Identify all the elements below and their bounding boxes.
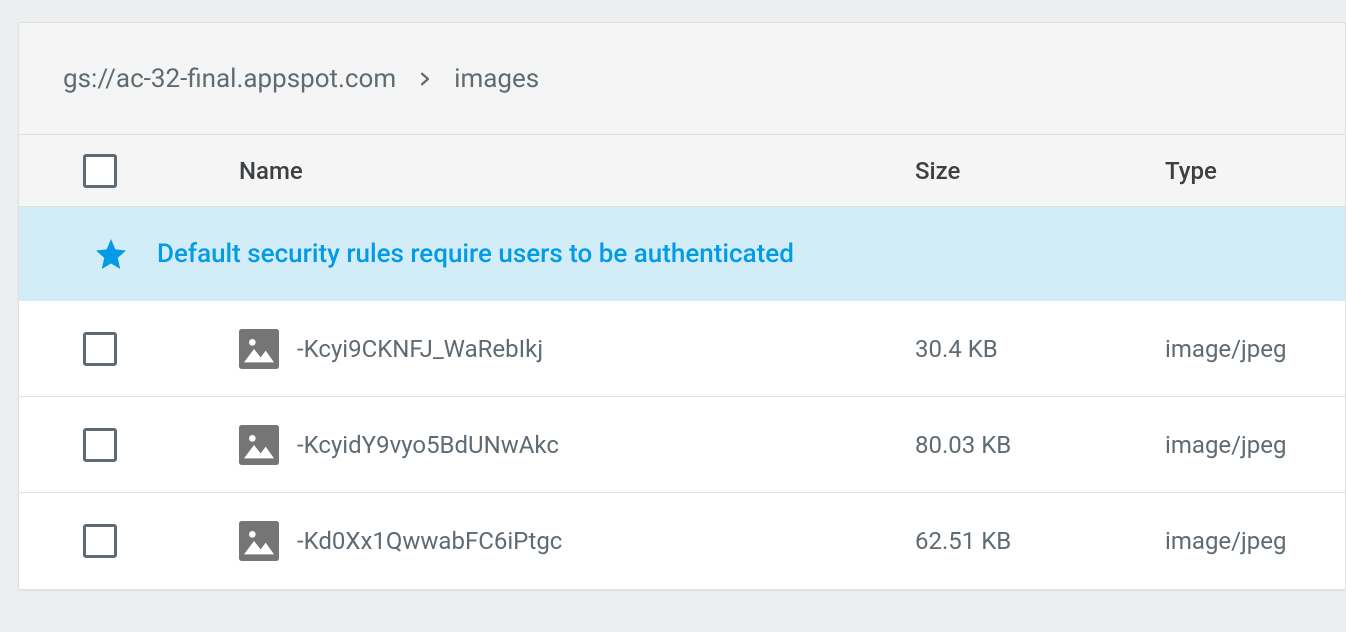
file-type: image/jpeg [1165,527,1345,555]
image-icon [239,521,279,561]
star-icon [93,236,129,272]
banner-text: Default security rules require users to … [157,239,794,269]
image-icon [239,329,279,369]
column-header-size[interactable]: Size [915,157,1165,185]
file-size: 30.4 KB [915,335,1165,363]
row-checkbox[interactable] [83,428,117,462]
row-checkbox[interactable] [83,524,117,558]
chevron-right-icon [416,70,434,88]
select-all-checkbox[interactable] [83,154,117,188]
breadcrumb-root[interactable]: gs://ac-32-final.appspot.com [63,64,396,94]
table-row[interactable]: -Kd0Xx1QwwabFC6iPtgc 62.51 KB image/jpeg [19,493,1345,589]
file-type: image/jpeg [1165,431,1345,459]
file-name: -Kcyi9CKNFJ_WaRebIkj [297,335,543,363]
file-name: -KcyidY9vyo5BdUNwAkc [297,431,559,459]
file-name: -Kd0Xx1QwwabFC6iPtgc [297,527,562,555]
table-row[interactable]: -KcyidY9vyo5BdUNwAkc 80.03 KB image/jpeg [19,397,1345,493]
column-header-type[interactable]: Type [1165,157,1345,185]
row-checkbox[interactable] [83,332,117,366]
image-icon [239,425,279,465]
breadcrumb-current[interactable]: images [454,64,539,94]
storage-panel: gs://ac-32-final.appspot.com images Name… [18,22,1346,590]
table-header: Name Size Type [19,135,1345,207]
file-type: image/jpeg [1165,335,1345,363]
breadcrumb: gs://ac-32-final.appspot.com images [19,23,1345,135]
file-size: 80.03 KB [915,431,1165,459]
security-rules-banner[interactable]: Default security rules require users to … [19,207,1345,301]
table-row[interactable]: -Kcyi9CKNFJ_WaRebIkj 30.4 KB image/jpeg [19,301,1345,397]
file-size: 62.51 KB [915,527,1165,555]
column-header-name[interactable]: Name [239,157,915,185]
